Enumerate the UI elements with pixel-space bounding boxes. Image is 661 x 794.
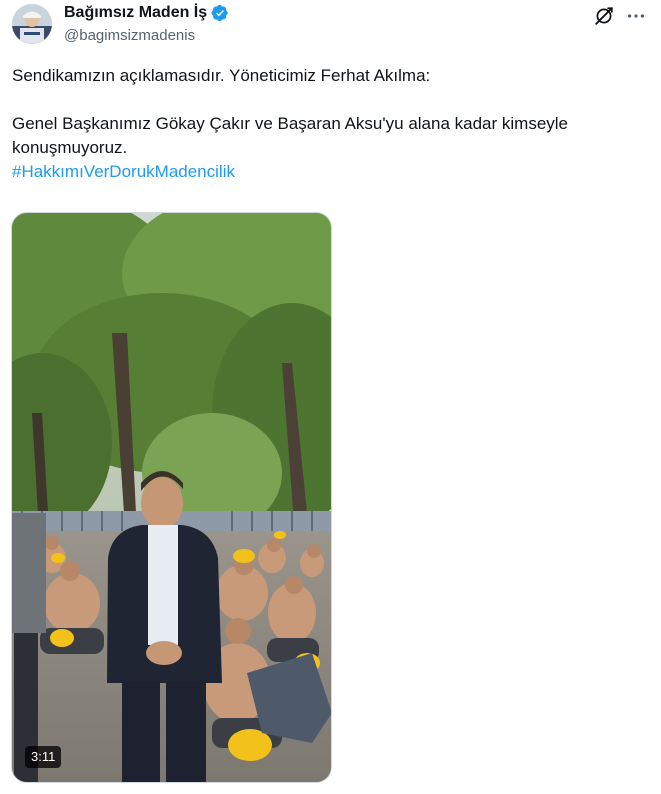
more-icon[interactable] [625,5,647,27]
tweet-text: Sendikamızın açıklamasıdır. Yöneticimiz … [12,64,652,184]
video-duration-badge: 3:11 [25,746,62,768]
author-name-row[interactable]: Bağımsız Maden İş [64,3,229,23]
tweet-text-line-2: Genel Başkanımız Gökay Çakır ve Başaran … [12,114,569,157]
verified-badge-icon [211,4,228,22]
author-display-name[interactable]: Bağımsız Maden İş [64,3,207,23]
author-handle[interactable]: @bagimsizmadenis [64,26,195,46]
video-player[interactable] [11,212,332,783]
hashtag-link[interactable]: #HakkımıVerDorukMadencilik [12,162,235,181]
tweet-card: Bağımsız Maden İş @bagimsizmadenis Sendi… [0,0,661,794]
tweet-text-line-1: Sendikamızın açıklamasıdır. Yöneticimiz … [12,66,431,85]
avatar[interactable] [12,4,52,44]
avatar-image [12,4,52,44]
video-thumbnail [12,213,331,782]
grok-icon[interactable] [593,5,615,27]
